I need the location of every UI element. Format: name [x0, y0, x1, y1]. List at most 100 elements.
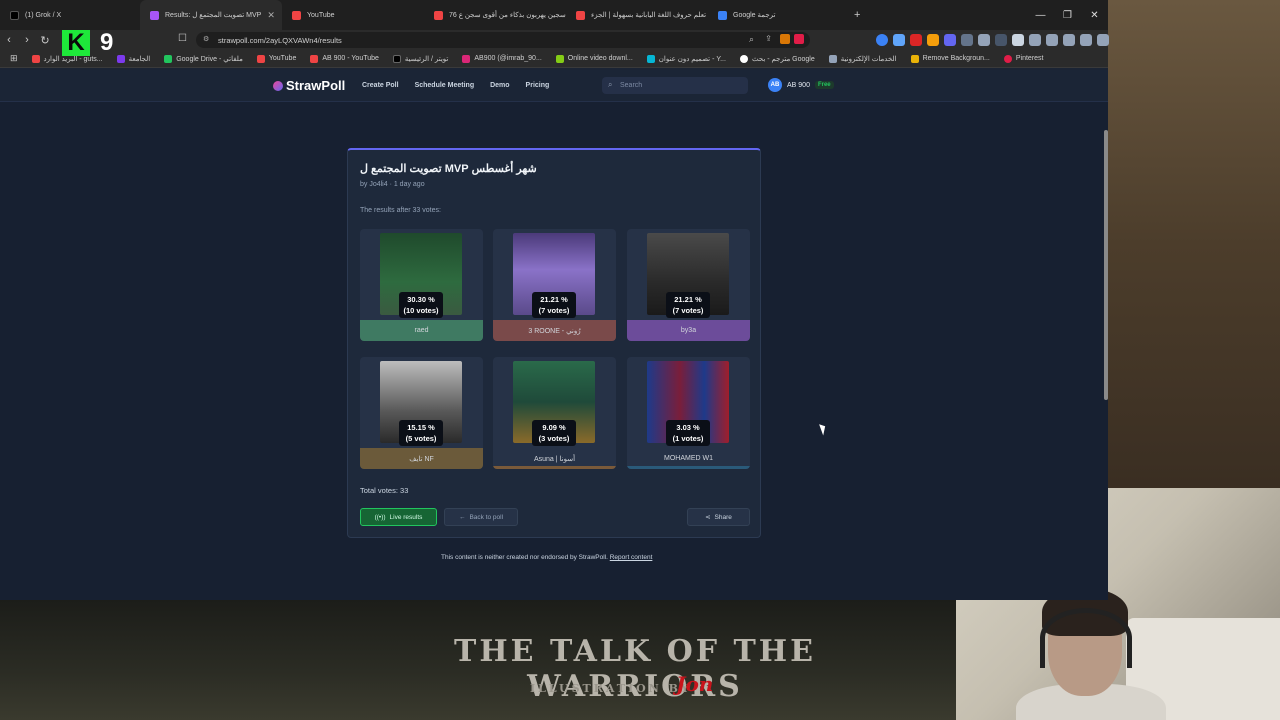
close-tab-icon[interactable]: ✕ — [267, 10, 275, 21]
bookmark-instagram[interactable]: AB900 (@imrab_90... — [462, 54, 542, 63]
tab-strip: (1) Grok / X Results: تصويت المجتمع ل MV… — [0, 0, 1108, 30]
tab-japanese-video[interactable]: تعلم حروف اللغة اليابانية بسهولة | الجزء — [566, 0, 708, 30]
minimize-icon[interactable]: — — [1027, 0, 1054, 30]
back-arrow-icon[interactable]: ‹ — [0, 34, 18, 46]
brave-shield-icon[interactable] — [780, 34, 790, 44]
user-name: AB 900 — [787, 81, 810, 89]
bookmark-label: AB 900 - YouTube — [322, 55, 379, 62]
music-icon[interactable] — [1012, 34, 1024, 46]
site-info-icon[interactable]: ⚙ — [203, 35, 209, 43]
result-option[interactable]: 9.09 % (3 votes) Asuna | أسونا — [493, 357, 616, 469]
wallet-icon[interactable] — [1046, 34, 1058, 46]
arrow-left-icon: ← — [458, 513, 466, 521]
youtube-icon — [256, 54, 265, 63]
bookmark-youtube[interactable]: YouTube — [256, 54, 297, 63]
poll-meta: by Jo4li4 · 1 day ago — [360, 181, 425, 188]
extension-icon[interactable] — [944, 34, 956, 46]
bookmark-canva[interactable]: تصميم دون عنوان - Y... — [646, 54, 726, 63]
address-bar[interactable]: ⚙ strawpoll.com/2ayLQXVAWn4/results ⌕ ⇪ — [196, 32, 810, 48]
brave-rewards-icon[interactable] — [794, 34, 804, 44]
vpn-icon[interactable] — [1080, 34, 1092, 46]
tab-google-translate[interactable]: Google ترجمة — [708, 0, 850, 30]
extension-icon[interactable] — [961, 34, 973, 46]
share-page-icon[interactable]: ⇪ — [765, 34, 772, 43]
overlay-k: K — [62, 29, 90, 56]
site-search-input[interactable]: ⌕ Search — [602, 77, 748, 94]
tab-grok[interactable]: (1) Grok / X — [0, 0, 140, 30]
tab-title: Results: تصويت المجتمع ل MVP — [165, 12, 262, 19]
bookmark-pinterest[interactable]: Pinterest — [1003, 54, 1044, 63]
reload-icon[interactable]: ↻ — [36, 34, 54, 47]
zoom-search-icon[interactable]: ⌕ — [749, 34, 754, 45]
globe-icon — [828, 54, 837, 63]
back-to-poll-button[interactable]: ← Back to poll — [444, 508, 518, 526]
apps-grid-icon[interactable]: ⊞ — [10, 53, 18, 64]
nav-create-poll[interactable]: Create Poll — [362, 82, 399, 89]
bookmark-ab900-youtube[interactable]: AB 900 - YouTube — [310, 54, 379, 63]
tab-strawpoll-results[interactable]: Results: تصويت المجتمع ل MVP ✕ — [140, 0, 282, 30]
bookmark-drive[interactable]: Google Drive - ملفاتي — [164, 54, 243, 63]
bookmark-label: YouTube — [268, 55, 297, 62]
extension-icon[interactable] — [893, 34, 905, 46]
tab-title: 76 سجين يهربون بذكاء من أقوى سجن ع... — [449, 12, 566, 19]
screen: THE TALK OF THE WARRIORS ILLUSTRATION BY… — [0, 0, 1280, 720]
nav-schedule-meeting[interactable]: Schedule Meeting — [415, 82, 475, 89]
share-icon: ⋖ — [705, 514, 711, 521]
bookmark-remove-bg[interactable]: Remove Backgroun... — [910, 54, 990, 63]
nav-pricing[interactable]: Pricing — [526, 82, 550, 89]
tab-youtube[interactable]: YouTube — [282, 0, 424, 30]
tab-title: تعلم حروف اللغة اليابانية بسهولة | الجزء — [591, 12, 707, 19]
option-label: raed — [360, 320, 483, 341]
extension-icon[interactable] — [927, 34, 939, 46]
maximize-icon[interactable]: ❐ — [1054, 0, 1081, 30]
poll-title: شهر أغسطس MVP تصويت المجتمع ل — [360, 163, 537, 175]
tab-prison-video[interactable]: 76 سجين يهربون بذكاء من أقوى سجن ع... — [424, 0, 566, 30]
bookmark-video-downloader[interactable]: Online video downl... — [555, 54, 633, 63]
extension-icon[interactable] — [876, 34, 888, 46]
report-content-link[interactable]: Report content — [610, 554, 653, 561]
leo-icon[interactable] — [1063, 34, 1075, 46]
strawpoll-logo-icon — [273, 80, 283, 91]
percent-text: 21.21 % — [540, 295, 568, 304]
live-results-button[interactable]: ((•)) Live results — [360, 508, 437, 526]
share-button[interactable]: ⋖ Share — [687, 508, 750, 526]
page-scrollbar[interactable] — [1104, 130, 1108, 400]
extension-icon[interactable] — [978, 34, 990, 46]
result-option[interactable]: 21.21 % (7 votes) by3a — [627, 229, 750, 341]
sidebar-icon[interactable] — [1029, 34, 1041, 46]
bookmark-label: Remove Backgroun... — [922, 55, 990, 62]
bookmark-google-translate[interactable]: مترجم - بحث Google — [739, 54, 815, 63]
bookmark-label: AB900 (@imrab_90... — [474, 55, 542, 62]
close-window-icon[interactable]: ✕ — [1081, 0, 1108, 30]
result-option[interactable]: 30.30 % (10 votes) raed — [360, 229, 483, 341]
result-option[interactable]: 21.21 % (7 votes) 3 ROONE - رُوني — [493, 229, 616, 341]
total-votes: Total votes: 33 — [360, 486, 409, 495]
extension-icon[interactable] — [995, 34, 1007, 46]
user-menu[interactable]: AB AB 900 Free — [768, 78, 834, 92]
extension-icon[interactable] — [910, 34, 922, 46]
instagram-icon — [462, 54, 471, 63]
strawpoll-logo[interactable]: StrawPoll — [273, 78, 345, 93]
bookmark-twitter[interactable]: تويتر / الرئيسية — [392, 54, 449, 63]
extension-icons — [876, 34, 1109, 46]
result-option[interactable]: 15.15 % (5 votes) تايف NF — [360, 357, 483, 469]
result-option[interactable]: 3.03 % (1 votes) MOHAMED W1 — [627, 357, 750, 469]
percent-text: 15.15 % — [407, 423, 435, 432]
remove-bg-icon — [910, 54, 919, 63]
new-tab-icon[interactable]: + — [854, 9, 860, 21]
youtube-icon — [310, 54, 319, 63]
forward-arrow-icon[interactable]: › — [18, 34, 36, 46]
bookmark-label: Pinterest — [1015, 55, 1044, 62]
search-icon: ⌕ — [608, 80, 613, 89]
share-label: Share — [714, 513, 732, 521]
nav-demo[interactable]: Demo — [490, 82, 509, 89]
option-label: by3a — [627, 320, 750, 341]
live-icon: ((•)) — [374, 513, 386, 521]
option-bar — [493, 466, 616, 469]
bookmark-e-services[interactable]: الخدمات الإلكترونية — [828, 54, 897, 63]
bookmark-icon[interactable]: ☐ — [178, 33, 187, 44]
bookmark-label: تويتر / الرئيسية — [404, 55, 449, 63]
bookmark-university[interactable]: الجامعة — [116, 54, 150, 63]
menu-icon[interactable] — [1097, 34, 1109, 46]
site-header: StrawPoll Create Poll Schedule Meeting D… — [0, 70, 1108, 102]
